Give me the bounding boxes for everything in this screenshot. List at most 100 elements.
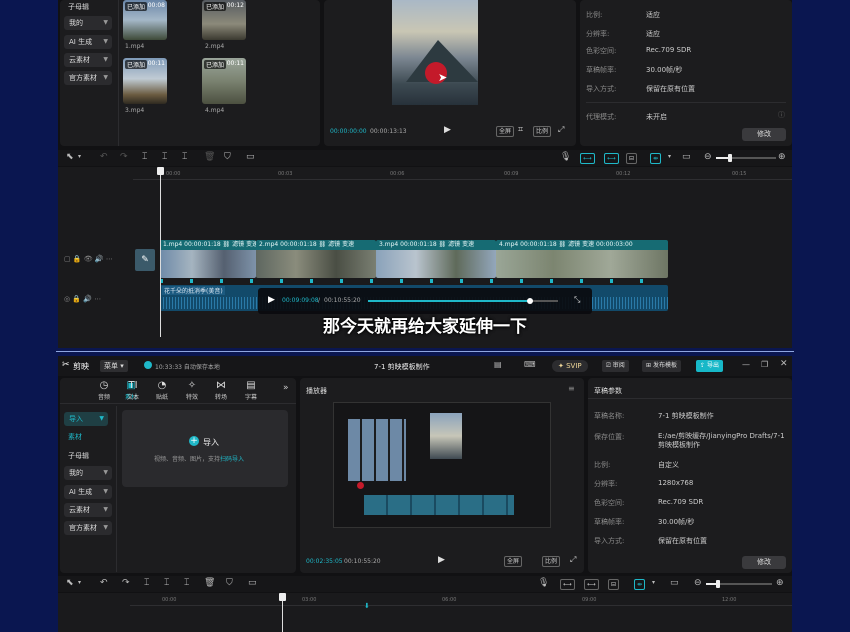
split-left-icon[interactable]: ⌶	[162, 152, 167, 162]
play-icon[interactable]: ▶	[444, 125, 451, 135]
zoom-slider-thumb[interactable]	[716, 580, 720, 588]
playhead[interactable]	[160, 167, 161, 337]
snap-icon[interactable]: ⇹	[650, 153, 662, 164]
magnet-toggle-icon[interactable]: ⟷	[604, 153, 619, 164]
zoom-in-icon[interactable]: ⊕	[776, 578, 784, 588]
tab-transition[interactable]: ⋈ 转场	[208, 380, 234, 401]
split-left-icon[interactable]: ⌶	[164, 578, 169, 588]
media-thumb[interactable]: 已添加 00:11	[123, 58, 167, 104]
playhead-handle[interactable]	[279, 593, 286, 601]
undo-icon[interactable]: ↶	[100, 152, 108, 162]
layout-icon[interactable]: ▤	[494, 360, 502, 369]
chevron-down-icon[interactable]: ▾	[78, 579, 81, 586]
delete-icon[interactable]: 🗑	[204, 152, 215, 162]
fullscreen-icon[interactable]: ⤢	[558, 125, 564, 135]
crop-icon[interactable]: ⌗	[518, 125, 523, 135]
overlay-progress[interactable]	[368, 298, 558, 304]
play-icon[interactable]: ▶	[438, 555, 445, 565]
minimize-icon[interactable]: —	[742, 360, 750, 369]
timeline-clip[interactable]: 4.mp4 00:00:01:18 ⛓ 滤镜 变速 00:00:03:00	[496, 240, 668, 278]
timeline-clip[interactable]: 2.mp4 00:00:01:18 ⛓ 滤镜 变速	[256, 240, 376, 278]
microphone-icon[interactable]: 🎙	[560, 152, 571, 162]
svip-badge[interactable]: ✦ SVIP	[552, 360, 588, 372]
edit-button[interactable]: 修改	[742, 556, 786, 569]
ratio-button[interactable]: 比例	[542, 556, 561, 567]
import-dropzone[interactable]: + 导入 视频、音频、图片，支持扫码导入	[122, 410, 288, 487]
magnet-toggle-icon[interactable]: ⟷	[584, 579, 599, 590]
tab-text[interactable]: TI 文本	[120, 380, 146, 401]
tab-subtitle[interactable]: ▤ 字幕	[238, 380, 264, 401]
link-toggle-icon[interactable]: ⟷	[560, 579, 575, 590]
top-sidebar-mine[interactable]: 我的 ▼	[64, 16, 112, 30]
shortcut-icon[interactable]: ⌨	[524, 360, 536, 369]
scan-import-link[interactable]: 扫码导入	[220, 456, 244, 463]
tab-effects[interactable]: ✧ 特效	[179, 380, 205, 401]
bottom-sidebar-material[interactable]: 素材	[68, 432, 82, 442]
caption-icon[interactable]: ▭	[682, 152, 691, 162]
shield-icon[interactable]: ⛉	[226, 578, 233, 588]
edit-button[interactable]: 修改	[742, 128, 786, 141]
collapse-icon[interactable]: ⤡	[574, 295, 580, 305]
zoom-in-icon[interactable]: ⊕	[778, 152, 786, 162]
fullscreen-icon[interactable]: ⤢	[570, 555, 576, 565]
link-toggle-icon[interactable]: ⟷	[580, 153, 595, 164]
bottom-sidebar-import[interactable]: 导入 ▼	[64, 412, 108, 426]
bottom-sidebar-cloud[interactable]: 云素材 ▼	[64, 503, 112, 517]
marker-icon[interactable]: ⬇	[364, 602, 370, 610]
redo-icon[interactable]: ↷	[122, 578, 130, 588]
screen-icon[interactable]: ▭	[248, 578, 257, 588]
close-icon[interactable]: ✕	[780, 359, 788, 369]
overlay-progress-thumb[interactable]	[526, 298, 533, 304]
split-right-icon[interactable]: ⌶	[182, 152, 187, 162]
zoom-out-icon[interactable]: ⊖	[694, 578, 702, 588]
publish-template-button[interactable]: ⊞ 发布模板	[642, 360, 681, 372]
bottom-sidebar-official[interactable]: 官方素材 ▼	[64, 521, 112, 535]
media-thumb[interactable]: 已添加 00:08	[123, 0, 167, 40]
shield-icon[interactable]: ⛉	[224, 152, 231, 162]
media-thumb[interactable]: 已添加 00:12	[202, 0, 246, 40]
split-right-icon[interactable]: ⌶	[184, 578, 189, 588]
info-icon[interactable]: ⓘ	[778, 110, 785, 120]
timeline-clip[interactable]: 3.mp4 00:00:01:18 ⛓ 滤镜 变速	[376, 240, 496, 278]
top-sidebar-official[interactable]: 官方素材 ▼	[64, 71, 112, 85]
undo-icon[interactable]: ↶	[100, 578, 108, 588]
media-thumb[interactable]: 已添加 00:11	[202, 58, 246, 104]
track-lock-icon[interactable]: ▢ 🔒 👁 🔊 ⋯	[64, 255, 113, 263]
export-button[interactable]: ⇪ 导出	[696, 360, 723, 372]
maximize-icon[interactable]: ❐	[761, 360, 768, 369]
select-tool-icon[interactable]: ⬉	[66, 578, 74, 588]
tab-audio[interactable]: ◷ 音频	[91, 380, 117, 401]
ratio-button[interactable]: 比例	[533, 126, 552, 137]
preview-axis-icon[interactable]: ⊟	[608, 579, 620, 590]
more-tabs-icon[interactable]: »	[283, 383, 289, 393]
overlay-play-icon[interactable]: ▶	[268, 295, 275, 305]
preview-axis-icon[interactable]: ⊟	[626, 153, 638, 164]
top-sidebar-ai[interactable]: AI 生成 ▼	[64, 35, 112, 49]
cover-thumb[interactable]: ✎	[135, 249, 155, 271]
bottom-sidebar-mine[interactable]: 我的 ▼	[64, 466, 112, 480]
redo-icon[interactable]: ↷	[120, 152, 128, 162]
screen-icon[interactable]: ▭	[246, 152, 255, 162]
fit-button[interactable]: 全屏	[504, 556, 523, 567]
menu-button[interactable]: 菜单 ▾	[100, 360, 128, 372]
review-button[interactable]: ⎚ 审阅	[602, 360, 629, 372]
fit-button[interactable]: 全屏	[496, 126, 515, 137]
microphone-icon[interactable]: 🎙	[538, 578, 549, 588]
delete-icon[interactable]: 🗑	[204, 578, 215, 588]
zoom-slider[interactable]	[716, 154, 776, 162]
zoom-slider-thumb[interactable]	[728, 154, 732, 162]
caption-icon[interactable]: ▭	[670, 578, 679, 588]
chevron-down-icon[interactable]: ▾	[78, 153, 81, 160]
track-audio-controls[interactable]: ◎ 🔒 🔊 ⋯	[64, 295, 101, 303]
split-icon[interactable]: ⌶	[144, 578, 149, 588]
zoom-slider[interactable]	[706, 580, 772, 588]
chevron-down-icon[interactable]: ▾	[652, 579, 655, 586]
timeline-clip[interactable]: 1.mp4 00:00:01:18 ⛓ 滤镜 变速	[160, 240, 256, 278]
playhead-handle[interactable]	[157, 167, 164, 175]
top-sidebar-partial[interactable]: 子母辑	[68, 2, 89, 12]
top-sidebar-cloud[interactable]: 云素材 ▼	[64, 53, 112, 67]
menu-icon[interactable]: ≡	[568, 384, 575, 393]
bottom-sidebar-ai[interactable]: AI 生成 ▼	[64, 485, 112, 499]
bottom-sidebar-compound[interactable]: 子母辑	[68, 451, 89, 461]
chevron-down-icon[interactable]: ▾	[668, 153, 671, 160]
